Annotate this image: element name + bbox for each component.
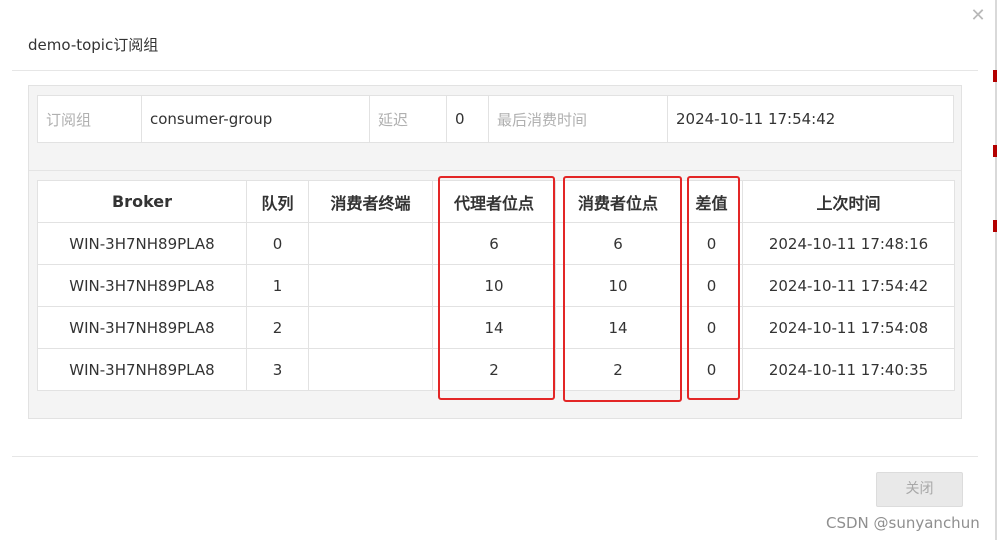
cell-broker-offset: 10 <box>432 264 556 307</box>
cell-diff: 0 <box>680 264 743 307</box>
cell-consumer-offset: 6 <box>555 222 681 265</box>
edge-mark <box>993 70 997 82</box>
table-row: WIN-3H7NH89PLA8 0 6 6 0 2024-10-11 17:48… <box>37 222 955 265</box>
edge-mark <box>993 145 997 157</box>
cell-broker: WIN-3H7NH89PLA8 <box>37 306 247 349</box>
cell-consumer-offset: 10 <box>555 264 681 307</box>
cell-diff: 0 <box>680 306 743 349</box>
edge-mark <box>993 220 997 232</box>
cell-broker: WIN-3H7NH89PLA8 <box>37 222 247 265</box>
cell-diff: 0 <box>680 348 743 391</box>
col-header-queue: 队列 <box>246 180 309 223</box>
panel-divider <box>29 170 961 171</box>
cell-client <box>308 306 433 349</box>
watermark: CSDN @sunyanchun <box>826 514 980 532</box>
col-header-last-time: 上次时间 <box>742 180 955 223</box>
cell-broker-offset: 6 <box>432 222 556 265</box>
cell-broker-offset: 14 <box>432 306 556 349</box>
cell-queue: 2 <box>246 306 309 349</box>
cell-last-time: 2024-10-11 17:54:08 <box>742 306 955 349</box>
header-divider <box>12 70 978 71</box>
cell-last-time: 2024-10-11 17:40:35 <box>742 348 955 391</box>
table-row: WIN-3H7NH89PLA8 3 2 2 0 2024-10-11 17:40… <box>37 348 955 391</box>
cell-queue: 0 <box>246 222 309 265</box>
table-row: WIN-3H7NH89PLA8 1 10 10 0 2024-10-11 17:… <box>37 264 955 307</box>
table-row: WIN-3H7NH89PLA8 2 14 14 0 2024-10-11 17:… <box>37 306 955 349</box>
col-header-client: 消费者终端 <box>308 180 433 223</box>
col-header-broker-offset: 代理者位点 <box>432 180 556 223</box>
cell-consumer-offset: 14 <box>555 306 681 349</box>
cell-client <box>308 264 433 307</box>
col-header-consumer-offset: 消费者位点 <box>555 180 681 223</box>
subscription-info-table: 订阅组 consumer-group 延迟 0 最后消费时间 2024-10-1… <box>37 95 954 143</box>
cell-diff: 0 <box>680 222 743 265</box>
footer-divider <box>12 456 978 457</box>
col-header-broker: Broker <box>37 180 247 223</box>
cell-queue: 3 <box>246 348 309 391</box>
cell-consumer-offset: 2 <box>555 348 681 391</box>
close-icon[interactable]: ✕ <box>968 5 988 27</box>
cell-broker: WIN-3H7NH89PLA8 <box>37 348 247 391</box>
table-header-row: Broker 队列 消费者终端 代理者位点 消费者位点 差值 上次时间 <box>37 180 955 223</box>
cell-last-time: 2024-10-11 17:48:16 <box>742 222 955 265</box>
cell-client <box>308 348 433 391</box>
queue-offset-table: Broker 队列 消费者终端 代理者位点 消费者位点 差值 上次时间 WIN-… <box>37 180 955 391</box>
group-value: consumer-group <box>141 95 370 143</box>
col-header-diff: 差值 <box>680 180 743 223</box>
cell-broker: WIN-3H7NH89PLA8 <box>37 264 247 307</box>
cell-queue: 1 <box>246 264 309 307</box>
group-label: 订阅组 <box>37 95 142 143</box>
dialog-title: demo-topic订阅组 <box>28 36 159 54</box>
close-button[interactable]: 关闭 <box>876 472 963 507</box>
last-consume-value: 2024-10-11 17:54:42 <box>667 95 954 143</box>
delay-value: 0 <box>446 95 489 143</box>
cell-client <box>308 222 433 265</box>
delay-label: 延迟 <box>369 95 447 143</box>
cell-last-time: 2024-10-11 17:54:42 <box>742 264 955 307</box>
cell-broker-offset: 2 <box>432 348 556 391</box>
last-consume-label: 最后消费时间 <box>488 95 668 143</box>
